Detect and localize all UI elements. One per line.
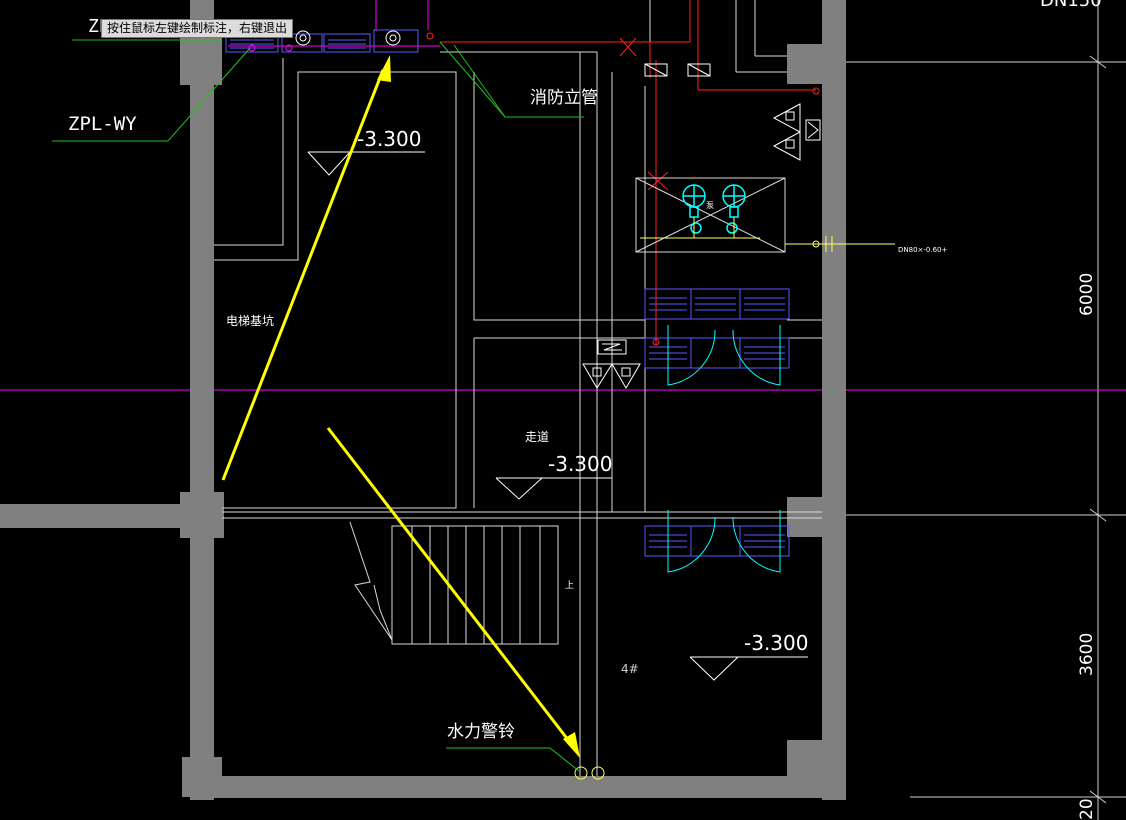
partitions: [214, 0, 822, 776]
pump-room: [635, 177, 895, 253]
dim-3600-label: 3600: [1077, 633, 1097, 676]
fire-riser-label: 消防立管: [530, 88, 598, 108]
elevation-label-3: -3.300: [744, 631, 808, 655]
yellow-arrows: [221, 55, 580, 758]
room-number-label: 4#: [621, 662, 639, 676]
blue-grilles: [225, 29, 790, 557]
corridor-label: 走道: [525, 430, 549, 444]
elevator-pit-label: 电梯基坑: [226, 313, 274, 328]
dn-top-label: DN150: [1040, 0, 1102, 11]
leader-lines: [52, 39, 584, 772]
pipe-note-label: DN80×-0.60+: [898, 246, 948, 254]
axis-lines: [845, 0, 1126, 820]
pump-mark-label: 泵: [706, 201, 714, 210]
elevation-label-1: -3.300: [357, 127, 421, 151]
annotation-tooltip: 按住鼠标左键绘制标注，右键退出: [101, 19, 294, 38]
cad-drawing-canvas[interactable]: ZPL-2 ZPL-WY 消防立管 -3.300 -3.300 -3.300 电…: [0, 0, 1126, 820]
zpl-wy-label: ZPL-WY: [68, 113, 137, 135]
dim-20-label: 20: [1077, 798, 1097, 820]
stair-up-label: 上: [565, 580, 574, 591]
stairs: [349, 521, 559, 645]
water-gong-label: 水力警铃: [447, 722, 515, 742]
text-labels: ZPL-2 ZPL-WY 消防立管 -3.300 -3.300 -3.300 电…: [68, 0, 1102, 820]
elevation-label-2: -3.300: [548, 452, 612, 476]
dim-6000-label: 6000: [1077, 273, 1097, 316]
